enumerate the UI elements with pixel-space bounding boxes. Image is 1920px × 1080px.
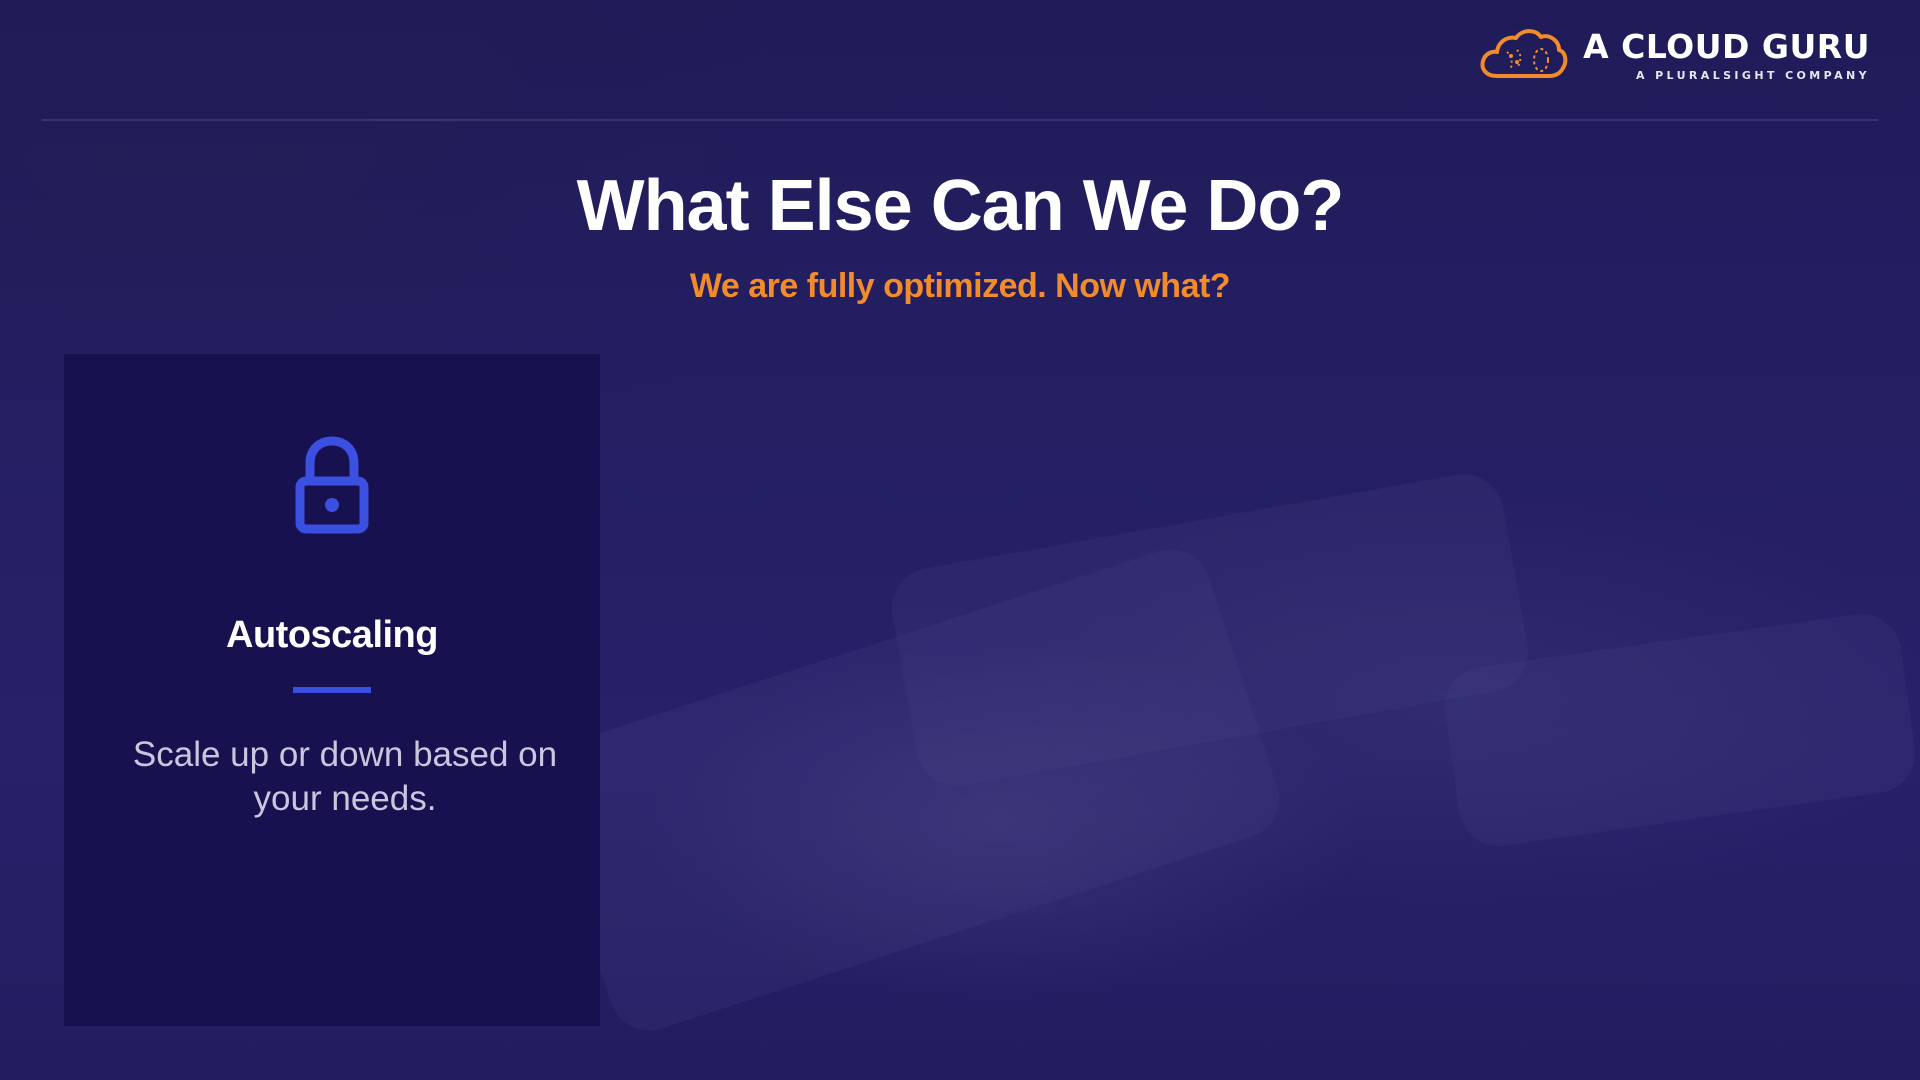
card-description: Scale up or down based on your needs. — [132, 735, 558, 818]
card-title-underline — [293, 687, 371, 693]
brand-tagline: A PLURALSIGHT COMPANY — [1635, 68, 1870, 82]
slide-title: What Else Can We Do? — [576, 166, 1345, 246]
brand-name: A CLOUD GURU — [1583, 26, 1870, 66]
lock-icon — [294, 435, 370, 540]
header-divider — [42, 119, 1878, 121]
card-title: Autoscaling — [226, 614, 438, 656]
cloud-logo-icon — [1480, 29, 1568, 78]
slide-subtitle: We are fully optimized. Now what? — [689, 267, 1231, 305]
brand-logo: A CLOUD GURU A PLURALSIGHT COMPANY — [1477, 26, 1870, 82]
